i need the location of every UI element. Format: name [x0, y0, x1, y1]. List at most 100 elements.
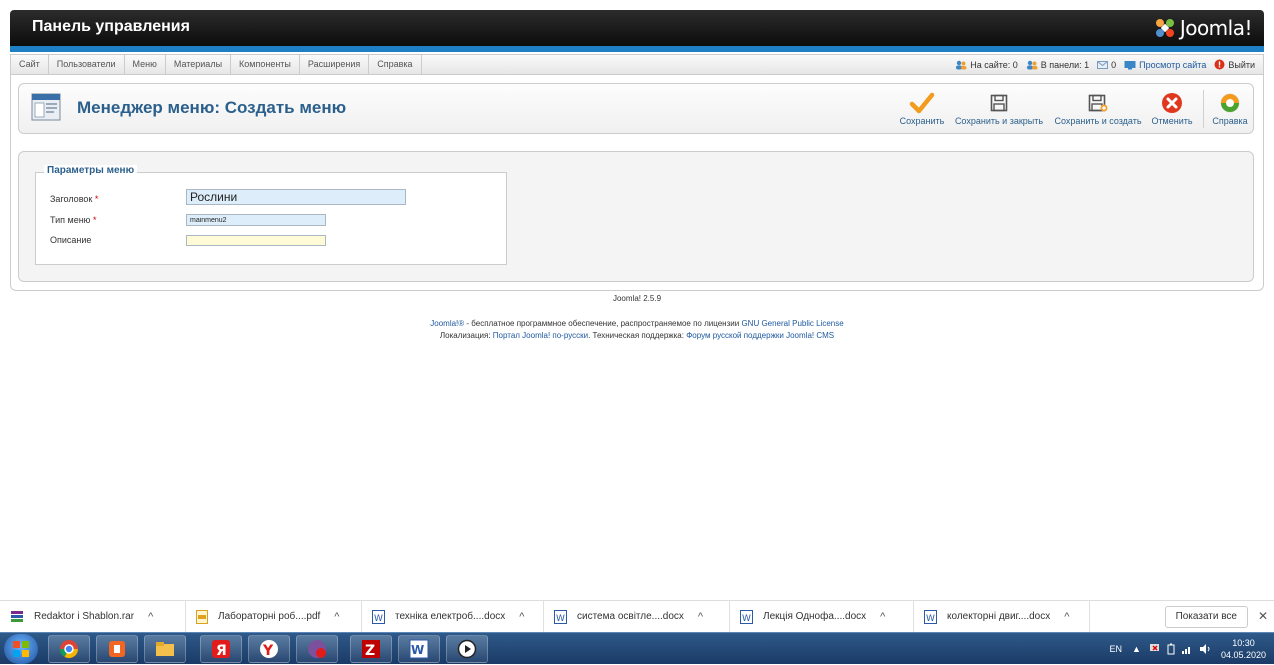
page-title: Менеджер меню: Создать меню: [77, 98, 347, 117]
view-site-text: Просмотр сайта: [1139, 59, 1207, 70]
battery-icon[interactable]: [1167, 643, 1175, 655]
signal-icon[interactable]: [1181, 643, 1193, 655]
svg-text:W: W: [926, 614, 935, 624]
chevron-up-icon[interactable]: ^: [519, 611, 524, 623]
main-menu-bar: Сайт Пользователи Меню Материалы Компоне…: [10, 54, 1264, 75]
menu-help[interactable]: Справка: [369, 55, 422, 74]
footer-support-label: . Техническая поддержка:: [588, 331, 687, 340]
title-input[interactable]: [186, 189, 406, 205]
clock-date: 04.05.2020: [1220, 650, 1266, 660]
taskbar-media-player[interactable]: [446, 635, 488, 663]
taskbar-app-orange[interactable]: [96, 635, 138, 663]
menu-site[interactable]: Сайт: [11, 55, 49, 74]
menu-params-fieldset: Параметры меню Заголовок * Тип меню * Оп…: [35, 165, 507, 265]
menu-type-label: Тип меню *: [50, 215, 96, 225]
title-label-text: Заголовок: [50, 194, 93, 204]
download-item[interactable]: W колекторні двиг....docx ^: [914, 600, 1090, 633]
description-input[interactable]: [186, 235, 326, 246]
chevron-up-icon[interactable]: ^: [1064, 611, 1069, 623]
header-accent-bar: [10, 46, 1264, 52]
menu-components[interactable]: Компоненты: [231, 55, 300, 74]
taskbar-yandex-browser[interactable]: Y: [248, 635, 290, 663]
taskbar-yandex[interactable]: Я: [200, 635, 242, 663]
joomla-logo[interactable]: Joomla!: [1154, 16, 1253, 40]
status-messages-count: 0: [1111, 59, 1117, 70]
status-on-site-text: На сайте: 0: [970, 59, 1018, 70]
windows-logo-icon: [13, 641, 29, 657]
download-item[interactable]: Лабораторні роб....pdf ^: [186, 600, 362, 633]
download-file-name: Лекція Однофа....docx: [763, 611, 867, 622]
download-file-name: техніка електроб....docx: [395, 611, 506, 622]
taskbar-filezilla[interactable]: Z: [350, 635, 392, 663]
floppy-plus-icon: [1088, 94, 1108, 112]
status-on-site: На сайте: 0: [955, 60, 1018, 70]
joomla-link[interactable]: Joomla!®: [430, 319, 464, 328]
pdf-file-icon: [196, 609, 208, 624]
form-container: Параметры меню Заголовок * Тип меню * Оп…: [18, 151, 1254, 282]
yandex-browser-icon: Y: [260, 640, 278, 659]
users-icon: [956, 60, 967, 69]
save-button[interactable]: Сохранить: [897, 90, 947, 126]
svg-text:W: W: [556, 614, 565, 624]
volume-icon[interactable]: [1199, 643, 1211, 655]
download-item[interactable]: W Лекція Однофа....docx ^: [730, 600, 914, 633]
word-file-icon: W: [924, 609, 937, 624]
menu-users[interactable]: Пользователи: [49, 55, 125, 74]
save-button-label: Сохранить: [899, 116, 945, 126]
chevron-up-icon[interactable]: ^: [334, 611, 339, 623]
help-button-label: Справка: [1212, 116, 1248, 126]
download-item[interactable]: W система освітле....docx ^: [544, 600, 730, 633]
tray-arrow-icon[interactable]: ▲: [1132, 644, 1141, 654]
view-site-link[interactable]: Просмотр сайта: [1124, 60, 1206, 70]
save-new-button[interactable]: Сохранить и создать: [1053, 90, 1143, 126]
svg-text:W: W: [374, 614, 383, 624]
logo-text: Joomla!: [1179, 16, 1253, 40]
flag-icon[interactable]: [1149, 643, 1161, 655]
app-header: Панель управления Joomla!: [10, 10, 1264, 46]
show-all-button[interactable]: Показати все: [1164, 606, 1248, 628]
download-item[interactable]: Redaktor i Shablon.rar ^: [0, 600, 186, 633]
start-button[interactable]: [4, 634, 38, 664]
title-label: Заголовок *: [50, 194, 98, 204]
menu-type-input[interactable]: [186, 214, 326, 226]
viber-icon: [308, 640, 326, 658]
close-icon[interactable]: ✕: [1258, 609, 1268, 623]
clock-time: 10:30: [1232, 638, 1255, 648]
forum-link[interactable]: Форум русской поддержки Joomla! CMS: [686, 331, 834, 340]
language-indicator[interactable]: EN: [1110, 644, 1123, 654]
status-in-panel: В панели: 1: [1026, 60, 1089, 70]
taskbar-explorer[interactable]: [144, 635, 186, 663]
svg-text:Z: Z: [365, 643, 375, 659]
chevron-up-icon[interactable]: ^: [880, 611, 885, 623]
system-tray: EN ▲ 10:30 04.05.2020: [1110, 633, 1274, 665]
download-file-name: Redaktor i Shablon.rar: [34, 611, 135, 622]
cancel-button-label: Отменить: [1151, 116, 1193, 126]
portal-link[interactable]: Портал Joomla! по-русски: [493, 331, 588, 340]
clock[interactable]: 10:30 04.05.2020: [1221, 637, 1266, 661]
status-in-panel-text: В панели: 1: [1040, 59, 1090, 70]
checkmark-icon: [909, 92, 935, 114]
gpl-link[interactable]: GNU General Public License: [741, 319, 843, 328]
logout-link[interactable]: Выйти: [1214, 59, 1255, 70]
chevron-up-icon[interactable]: ^: [698, 611, 703, 623]
filezilla-icon: Z: [362, 640, 380, 659]
download-item[interactable]: W техніка електроб....docx ^: [362, 600, 544, 633]
help-button[interactable]: Справка: [1209, 90, 1251, 126]
status-messages[interactable]: 0: [1097, 60, 1116, 70]
description-label: Описание: [50, 235, 92, 245]
cancel-button[interactable]: Отменить: [1149, 90, 1195, 126]
admin-users-icon: [1026, 60, 1038, 69]
chevron-up-icon[interactable]: ^: [148, 611, 153, 623]
taskbar-word[interactable]: W: [398, 635, 440, 663]
svg-text:Y: Y: [262, 643, 274, 659]
menu-menus[interactable]: Меню: [125, 55, 166, 74]
status-bar: На сайте: 0 В панели: 1 0 Просмотр сайта…: [947, 55, 1255, 74]
save-close-button-label: Сохранить и закрыть: [954, 116, 1044, 126]
save-close-button[interactable]: Сохранить и закрыть: [953, 90, 1045, 126]
taskbar-viber[interactable]: [296, 635, 338, 663]
taskbar-chrome[interactable]: [48, 635, 90, 663]
download-bar: Redaktor i Shablon.rar ^ Лабораторні роб…: [0, 600, 1274, 633]
menu-content[interactable]: Материалы: [166, 55, 232, 74]
svg-text:W: W: [411, 643, 424, 657]
menu-extensions[interactable]: Расширения: [300, 55, 370, 74]
